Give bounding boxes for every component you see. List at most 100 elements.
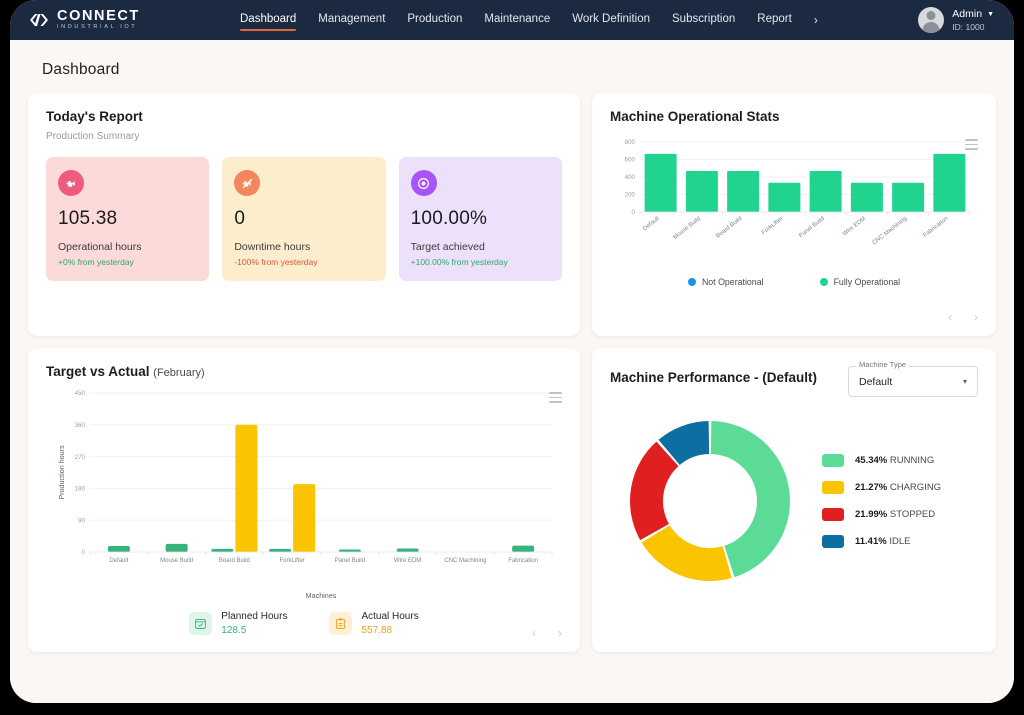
next-page-button[interactable]: › [974, 310, 978, 324]
svg-text:180: 180 [75, 486, 86, 493]
svg-text:ForkLifter: ForkLifter [279, 558, 304, 564]
actual-hours-label: Actual Hours [361, 611, 419, 622]
nav-more-chevron-right-icon[interactable]: › [814, 13, 818, 27]
target-vs-actual-card: Target vs Actual (February) 0 90 180 270 360… [28, 348, 580, 652]
legend-swatch-stopped [822, 508, 844, 521]
svg-text:Wire EDM: Wire EDM [394, 558, 421, 564]
svg-text:Production hours: Production hours [57, 445, 66, 500]
svg-text:Default: Default [642, 216, 661, 233]
stat-value: 0 [234, 208, 246, 229]
brand-name: CONNECT [57, 7, 140, 24]
svg-text:CNC Machining: CNC Machining [872, 216, 909, 247]
legend-value-charging: 21.27% [855, 482, 888, 493]
tva-period: (February) [153, 367, 205, 379]
target-vs-actual-chart: 0 90 180 270 360 450 Default Mouse Build Board B… [57, 390, 553, 600]
svg-text:Panel Build: Panel Build [798, 216, 826, 239]
nav-item-management[interactable]: Management [318, 10, 385, 31]
stat-label: Operational hours [58, 241, 142, 253]
svg-text:0: 0 [82, 549, 86, 556]
hamburger-menu-icon[interactable] [965, 139, 978, 150]
nav-item-subscription[interactable]: Subscription [672, 10, 735, 31]
calendar-check-icon [189, 612, 213, 635]
machine-performance-card: Machine Performance - (Default) Machine … [592, 348, 996, 652]
brand-tagline: INDUSTRIAL IOT [57, 24, 138, 31]
hamburger-menu-icon[interactable] [549, 392, 562, 403]
svg-text:Machines: Machines [306, 591, 337, 600]
actual-hours-value: 557.88 [361, 625, 393, 636]
legend-label-stopped: STOPPED [889, 509, 936, 520]
user-name: Admin [952, 8, 983, 20]
svg-text:Board Build: Board Build [715, 216, 743, 240]
engine-icon [58, 170, 84, 196]
nav-item-dashboard[interactable]: Dashboard [240, 10, 297, 31]
machine-type-select[interactable]: Machine Type Default ▾ [848, 360, 978, 397]
machine-type-legend: Machine Type [856, 360, 910, 369]
svg-text:600: 600 [625, 157, 636, 164]
svg-text:Board Build: Board Build [219, 558, 250, 564]
chevron-down-icon[interactable]: ▾ [963, 377, 967, 386]
avatar [918, 7, 945, 33]
clipboard-icon [329, 612, 353, 635]
legend-dot-not-operational [687, 278, 696, 286]
machine-operational-stats-chart: 0 200 400 600 800 Default Mouse Build Board Bui… [625, 139, 971, 247]
machine-stats-pager: ‹ › [948, 310, 978, 324]
stat-value: 100.00% [410, 208, 488, 229]
legend-label: Fully Operational [833, 277, 901, 287]
svg-text:90: 90 [78, 517, 85, 524]
legend-item-not-operational[interactable]: Not Operational [687, 277, 764, 287]
machine-stats-title: Machine Operational Stats [610, 109, 780, 124]
legend-label-running: RUNNING [889, 455, 935, 466]
nav-item-maintenance[interactable]: Maintenance [484, 10, 550, 31]
legend-item-charging[interactable]: 21.27% CHARGING [822, 481, 941, 494]
top-navigation-bar: CONNECT INDUSTRIAL IOT Dashboard Managem… [10, 0, 1014, 40]
legend-label: Not Operational [701, 277, 764, 287]
stat-label: Downtime hours [234, 241, 311, 253]
nav-item-production[interactable]: Production [407, 10, 462, 31]
legend-value-stopped: 21.99% [855, 509, 888, 520]
stat-tiles: 105.38 Operational hours +0% from yester… [46, 157, 562, 281]
planned-hours-summary: Planned Hours 128.5 [189, 611, 287, 636]
user-menu[interactable]: Admin ▼ ID: 1000 [918, 7, 1014, 33]
prev-page-button[interactable]: ‹ [532, 626, 536, 640]
actual-hours-summary: Actual Hours 557.88 [329, 611, 419, 636]
next-page-button[interactable]: › [558, 626, 562, 640]
target-vs-actual-title: Target vs Actual (February) [46, 364, 562, 379]
legend-item-stopped[interactable]: 21.99% STOPPED [822, 508, 941, 521]
engine-off-icon [234, 170, 261, 196]
svg-text:Mouse Build: Mouse Build [672, 216, 702, 241]
todays-report-title: Today's Report [46, 109, 143, 124]
planned-hours-value: 128.5 [221, 625, 247, 636]
svg-text:Wire EDM: Wire EDM [842, 216, 867, 238]
svg-text:Panel Build: Panel Build [335, 558, 365, 564]
nav-item-report[interactable]: Report [757, 10, 792, 31]
svg-text:Fabrication: Fabrication [923, 216, 950, 239]
app-window: CONNECT INDUSTRIAL IOT Dashboard Managem… [10, 0, 1014, 703]
target-icon [410, 170, 437, 196]
legend-item-running[interactable]: 45.34% RUNNING [822, 454, 941, 467]
page-body: Dashboard Today's Report Production Summ… [10, 40, 1014, 703]
dashboard-grid: Today's Report Production Summary 105.38… [24, 93, 1000, 652]
svg-text:Mouse Build: Mouse Build [160, 558, 193, 564]
legend-label-idle: IDLE [889, 536, 911, 547]
stat-tile-operational-hours[interactable]: 105.38 Operational hours +0% from yester… [46, 157, 210, 281]
todays-report-card: Today's Report Production Summary 105.38… [28, 93, 580, 336]
legend-item-fully-operational[interactable]: Fully Operational [819, 277, 901, 287]
chevron-down-icon[interactable]: ▼ [987, 11, 994, 18]
svg-text:270: 270 [75, 454, 86, 461]
svg-text:CNC Machining: CNC Machining [444, 558, 486, 564]
svg-text:360: 360 [75, 422, 86, 429]
stat-delta: +100.00% from yesterday [410, 257, 508, 267]
svg-text:ForkLifter: ForkLifter [761, 216, 785, 236]
machine-performance-body: 45.34% RUNNING 21.27% CHARGING 21.99% ST… [610, 415, 978, 587]
nav-items: Dashboard Management Production Maintena… [240, 10, 918, 31]
stat-label: Target achieved [410, 241, 485, 253]
legend-item-idle[interactable]: 11.41% IDLE [822, 535, 941, 548]
stat-tile-downtime-hours[interactable]: 0 Downtime hours -100% from yesterday [222, 157, 386, 281]
nav-item-work-definition[interactable]: Work Definition [572, 10, 650, 31]
prev-page-button[interactable]: ‹ [948, 310, 952, 324]
stat-tile-target-achieved[interactable]: 100.00% Target achieved +100.00% from ye… [398, 157, 562, 281]
page-title: Dashboard [42, 61, 120, 78]
target-vs-actual-pager: ‹ › [532, 626, 562, 640]
stat-delta: +0% from yesterday [58, 257, 134, 267]
brand-logo[interactable]: CONNECT INDUSTRIAL IOT [28, 9, 228, 31]
